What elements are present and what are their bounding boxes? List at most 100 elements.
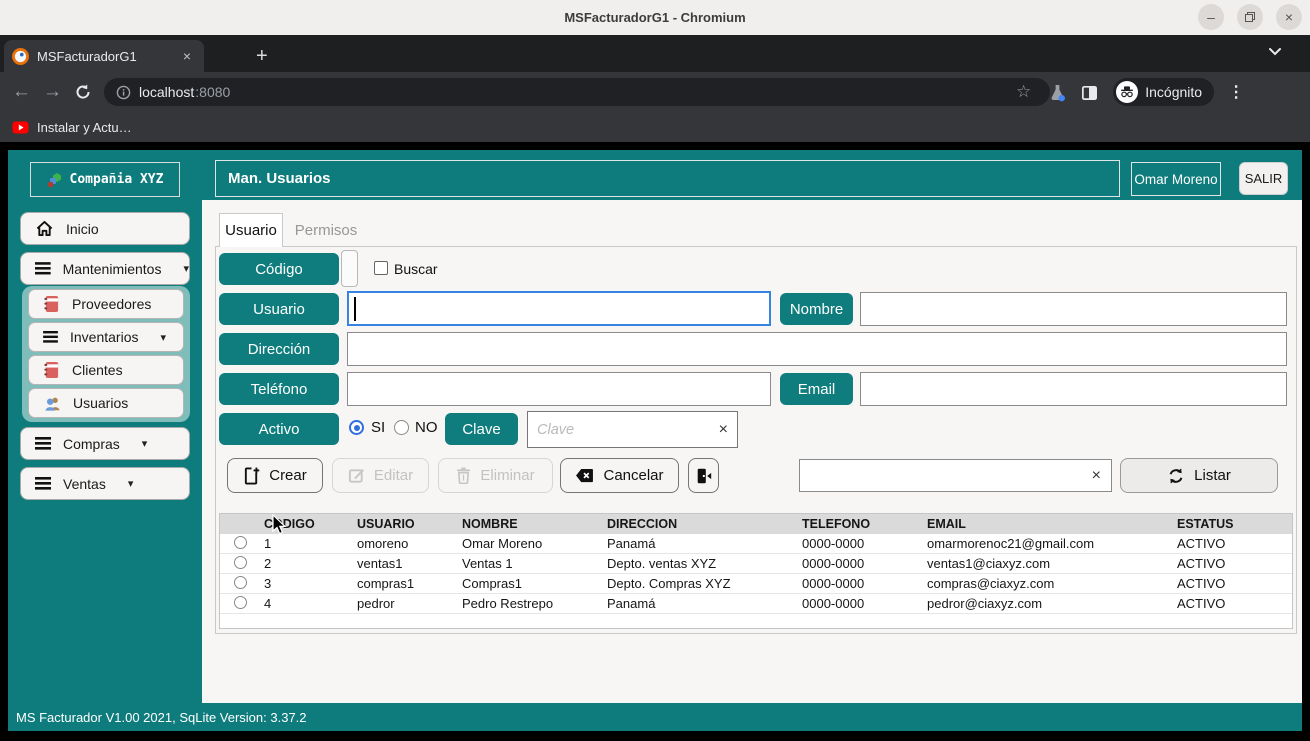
reload-icon[interactable] [74, 83, 92, 101]
cancelar-label: Cancelar [603, 467, 664, 484]
eliminar-button[interactable]: Eliminar [438, 458, 553, 493]
editar-label: Editar [373, 467, 414, 484]
cancelar-button[interactable]: Cancelar [560, 458, 679, 493]
crear-button[interactable]: Crear [227, 458, 323, 493]
exit-button[interactable] [688, 458, 719, 493]
refresh-icon [1169, 467, 1183, 484]
window-minimize-button[interactable]: – [1198, 4, 1224, 30]
email-field[interactable] [860, 372, 1287, 406]
cell-nombre: Ventas 1 [462, 556, 513, 571]
search-clear-icon[interactable]: × [1092, 467, 1101, 485]
row-select-radio[interactable] [234, 595, 247, 609]
sidebar-item-mantenimientos[interactable]: Mantenimientos ▾ [20, 252, 190, 285]
cell-telefono: 0000-0000 [802, 596, 865, 611]
favicon-icon [12, 47, 29, 65]
caret-down-icon: ▾ [160, 331, 167, 344]
window-close-button[interactable]: × [1276, 4, 1302, 30]
row-select-radio[interactable] [234, 575, 247, 589]
activo-no-label: NO [415, 419, 438, 436]
clave-clear-icon[interactable]: × [719, 421, 728, 439]
sidebar-item-ventas[interactable]: Ventas ▾ [20, 467, 190, 500]
sidebar-item-label: Inventarios [70, 329, 139, 345]
table-row[interactable]: 1 omoreno Omar Moreno Panamá 0000-0000 o… [220, 534, 1292, 554]
col-estatus[interactable]: ESTATUS [1175, 517, 1292, 531]
back-icon[interactable]: ← [12, 81, 31, 103]
col-direccion[interactable]: DIRECCION [605, 517, 800, 531]
table-row[interactable]: 3 compras1 Compras1 Depto. Compras XYZ 0… [220, 574, 1292, 594]
table-search-field[interactable]: × [799, 459, 1112, 492]
sidebar-item-label: Proveedores [72, 296, 152, 312]
telefono-label: Teléfono [219, 373, 339, 405]
cell-direccion: Panamá [607, 596, 656, 611]
current-user-button[interactable]: Omar Moreno [1131, 162, 1221, 196]
usuario-label: Usuario [219, 293, 339, 325]
cell-email: ventas1@ciaxyz.com [927, 556, 1051, 571]
col-usuario[interactable]: USUARIO [355, 517, 460, 531]
page-title: Man. Usuarios [228, 170, 331, 187]
flask-extension-icon[interactable] [1049, 83, 1066, 102]
codigo-field[interactable] [341, 250, 358, 287]
activo-no-radio[interactable] [394, 420, 409, 435]
sidebar-item-compras[interactable]: Compras ▾ [20, 427, 190, 460]
logout-button[interactable]: SALIR [1239, 162, 1288, 195]
bookmark-item[interactable]: Instalar y Actu… [37, 120, 132, 135]
clave-field[interactable]: Clave × [527, 411, 738, 448]
cell-usuario: pedror [357, 596, 395, 611]
new-tab-button[interactable]: + [256, 46, 268, 66]
buscar-checkbox[interactable] [374, 261, 388, 275]
users-icon [45, 397, 60, 411]
activo-si-radio[interactable] [349, 420, 364, 435]
forward-icon[interactable]: → [43, 81, 62, 103]
users-table: CODIGO USUARIO NOMBRE DIRECCION TELEFONO… [219, 513, 1293, 629]
address-bar[interactable]: localhost:8080 [104, 78, 1050, 106]
col-email[interactable]: EMAIL [925, 517, 1175, 531]
tab-usuario[interactable]: Usuario [219, 213, 283, 247]
chevron-down-icon[interactable] [1268, 47, 1282, 57]
codigo-label: Código [219, 253, 339, 285]
activo-label: Activo [219, 413, 339, 445]
listar-button[interactable]: Listar [1120, 458, 1278, 493]
info-icon[interactable] [116, 85, 131, 100]
col-telefono[interactable]: TELEFONO [800, 517, 925, 531]
nombre-field[interactable] [860, 292, 1287, 326]
sidebar-item-label: Clientes [72, 362, 123, 378]
company-name: Compañia XYZ [69, 172, 164, 187]
create-icon [245, 467, 260, 484]
app-root: Compañia XYZ Man. Usuarios Omar Moreno S… [8, 150, 1302, 731]
sidebar-item-label: Mantenimientos [62, 260, 162, 277]
browser-tab[interactable]: MSFacturadorG1 × [4, 40, 204, 72]
tab-close-icon[interactable]: × [178, 47, 196, 65]
usuario-field[interactable] [347, 291, 771, 326]
table-row[interactable]: 4 pedror Pedro Restrepo Panamá 0000-0000… [220, 594, 1292, 614]
caret-down-icon: ▾ [127, 478, 134, 490]
tab-permisos[interactable]: Permisos [283, 213, 369, 247]
bookmark-star-icon[interactable]: ☆ [1016, 82, 1031, 102]
table-row[interactable]: 2 ventas1 Ventas 1 Depto. ventas XYZ 000… [220, 554, 1292, 574]
cell-nombre: Omar Moreno [462, 536, 543, 551]
browser-tabstrip: MSFacturadorG1 × + [0, 35, 1310, 72]
row-select-radio[interactable] [234, 535, 247, 549]
sidebar-item-usuarios[interactable]: Usuarios [28, 388, 184, 418]
row-select-radio[interactable] [234, 555, 247, 569]
cell-estatus: ACTIVO [1177, 576, 1226, 591]
browser-menu-icon[interactable]: ⋮ [1228, 82, 1244, 102]
telefono-field[interactable] [347, 372, 771, 406]
sidebar-item-clientes[interactable]: Clientes [28, 355, 184, 385]
url-host: localhost [139, 84, 195, 100]
side-panel-icon[interactable] [1080, 83, 1099, 102]
sidebar-item-label: Compras [63, 435, 120, 452]
col-nombre[interactable]: NOMBRE [460, 517, 605, 531]
editar-button[interactable]: Editar [332, 458, 429, 493]
cell-codigo: 3 [264, 576, 272, 591]
browser-toolbar: ← → localhost:8080 ☆ Incógnito ⋮ [0, 72, 1310, 112]
buscar-label: Buscar [394, 261, 438, 277]
window-restore-button[interactable] [1237, 4, 1263, 30]
table-search-input[interactable] [810, 467, 1092, 484]
sidebar-item-inicio[interactable]: Inicio [20, 212, 190, 245]
restore-icon [1245, 12, 1255, 22]
crear-label: Crear [269, 467, 307, 484]
sidebar-item-proveedores[interactable]: Proveedores [28, 289, 184, 319]
sidebar-item-inventarios[interactable]: Inventarios ▾ [28, 322, 184, 352]
direccion-field[interactable] [347, 332, 1287, 366]
webpage: Compañia XYZ Man. Usuarios Omar Moreno S… [0, 142, 1310, 741]
